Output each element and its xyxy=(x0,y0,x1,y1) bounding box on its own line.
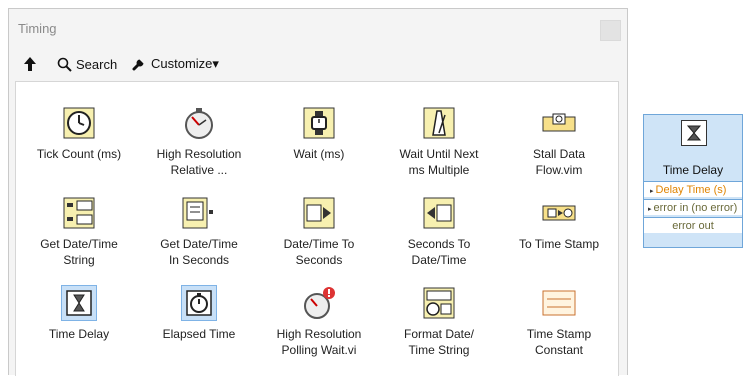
timestamp-constant-icon xyxy=(542,286,576,320)
palette-item-wait-ms[interactable]: Wait (ms) xyxy=(259,106,379,162)
stall-icon xyxy=(542,106,576,140)
stopwatch-icon xyxy=(182,106,216,140)
palette-item-time-delay[interactable]: Time Delay xyxy=(19,285,139,342)
palette-item-label: Wait Until Next ms Multiple xyxy=(399,147,479,177)
search-icon xyxy=(57,57,72,72)
palette-item-label: Time Stamp Constant xyxy=(526,327,592,357)
palette-item-label: Time Delay xyxy=(48,327,110,341)
palette-item-label: Wait (ms) xyxy=(293,147,345,161)
palette-item-time-stamp-constant[interactable]: Time Stamp Constant xyxy=(499,286,619,358)
palette-item-tick-count[interactable]: Tick Count (ms) xyxy=(19,106,139,162)
up-arrow-icon xyxy=(24,57,36,71)
hourglass-icon xyxy=(681,120,707,146)
palette-item-label: Stall Data Flow.vim xyxy=(532,147,586,177)
search-label: Search xyxy=(76,56,118,72)
hourglass-icon xyxy=(61,285,97,321)
terminal-label: error out xyxy=(672,220,714,232)
timing-palette-window: Timing Search Customize▾ Tick Count (ms)… xyxy=(8,8,628,376)
clock-icon xyxy=(62,106,96,140)
palette-item-get-datetime-string[interactable]: Get Date/Time String xyxy=(19,196,139,268)
seconds-to-datetime-icon xyxy=(422,196,456,230)
palette-item-get-datetime-seconds[interactable]: Get Date/Time In Seconds xyxy=(139,196,259,268)
terminal-label: error in (no error) xyxy=(653,202,738,214)
wristwatch-icon xyxy=(302,106,336,140)
palette-item-label: High Resolution Polling Wait.vi xyxy=(276,327,362,357)
time-delay-node[interactable]: Time Delay ▸ Delay Time (s) ▸ error in (no… xyxy=(643,114,743,248)
palette-item-format-datetime-string[interactable]: Format Date/ Time String xyxy=(379,286,499,358)
terminal-delay-time[interactable]: ▸ Delay Time (s) xyxy=(644,181,742,197)
palette-item-wait-until-next[interactable]: Wait Until Next ms Multiple xyxy=(379,106,499,178)
palette-item-polling-wait[interactable]: High Resolution Polling Wait.vi xyxy=(259,286,379,358)
palette-item-label: Format Date/ Time String xyxy=(403,327,475,357)
terminal-label: Delay Time (s) xyxy=(655,184,727,196)
palette-item-elapsed-time[interactable]: Elapsed Time xyxy=(139,285,259,342)
metronome-icon xyxy=(422,106,456,140)
palette-item-label: High Resolution Relative ... xyxy=(156,147,242,177)
format-datetime-icon xyxy=(422,286,456,320)
timestamp-icon xyxy=(542,196,576,230)
search-button[interactable]: Search xyxy=(57,51,117,77)
wrench-icon xyxy=(132,59,144,71)
palette-title: Timing xyxy=(18,21,57,36)
palette-item-label: Get Date/Time String xyxy=(40,237,118,267)
customize-label: Customize▾ xyxy=(151,56,219,71)
terminal-error-out[interactable]: error out xyxy=(644,217,742,233)
palette-item-seconds-to-datetime[interactable]: Seconds To Date/Time xyxy=(379,196,499,268)
palette-item-stall-data-flow[interactable]: Stall Data Flow.vim xyxy=(499,106,619,178)
palette-item-datetime-to-seconds[interactable]: Date/Time To Seconds xyxy=(259,196,379,268)
up-button[interactable] xyxy=(23,51,37,77)
palette-item-label: Seconds To Date/Time xyxy=(407,237,471,267)
palette-item-label: Tick Count (ms) xyxy=(36,147,122,161)
palette-content: Tick Count (ms) High Resolution Relative… xyxy=(15,81,619,376)
polling-wait-icon xyxy=(302,286,336,320)
terminal-error-in[interactable]: ▸ error in (no error) xyxy=(644,199,742,215)
elapsed-timer-icon xyxy=(181,285,217,321)
palette-item-label: Elapsed Time xyxy=(162,327,236,341)
palette-toolbar: Search Customize▾ xyxy=(9,51,627,77)
customize-menu-button[interactable]: Customize▾ xyxy=(131,51,219,77)
palette-item-label: Date/Time To Seconds xyxy=(283,237,355,267)
datetime-seconds-icon xyxy=(182,196,216,230)
datetime-string-icon xyxy=(62,196,96,230)
palette-item-label: Get Date/Time In Seconds xyxy=(160,237,238,267)
palette-titlebar[interactable]: Timing xyxy=(9,9,627,43)
datetime-to-seconds-icon xyxy=(302,196,336,230)
node-title: Time Delay xyxy=(662,163,724,177)
palette-item-high-resolution-relative[interactable]: High Resolution Relative ... xyxy=(139,106,259,178)
close-button[interactable] xyxy=(600,20,621,41)
palette-item-to-time-stamp[interactable]: To Time Stamp xyxy=(499,196,619,252)
palette-item-label: To Time Stamp xyxy=(518,237,600,251)
